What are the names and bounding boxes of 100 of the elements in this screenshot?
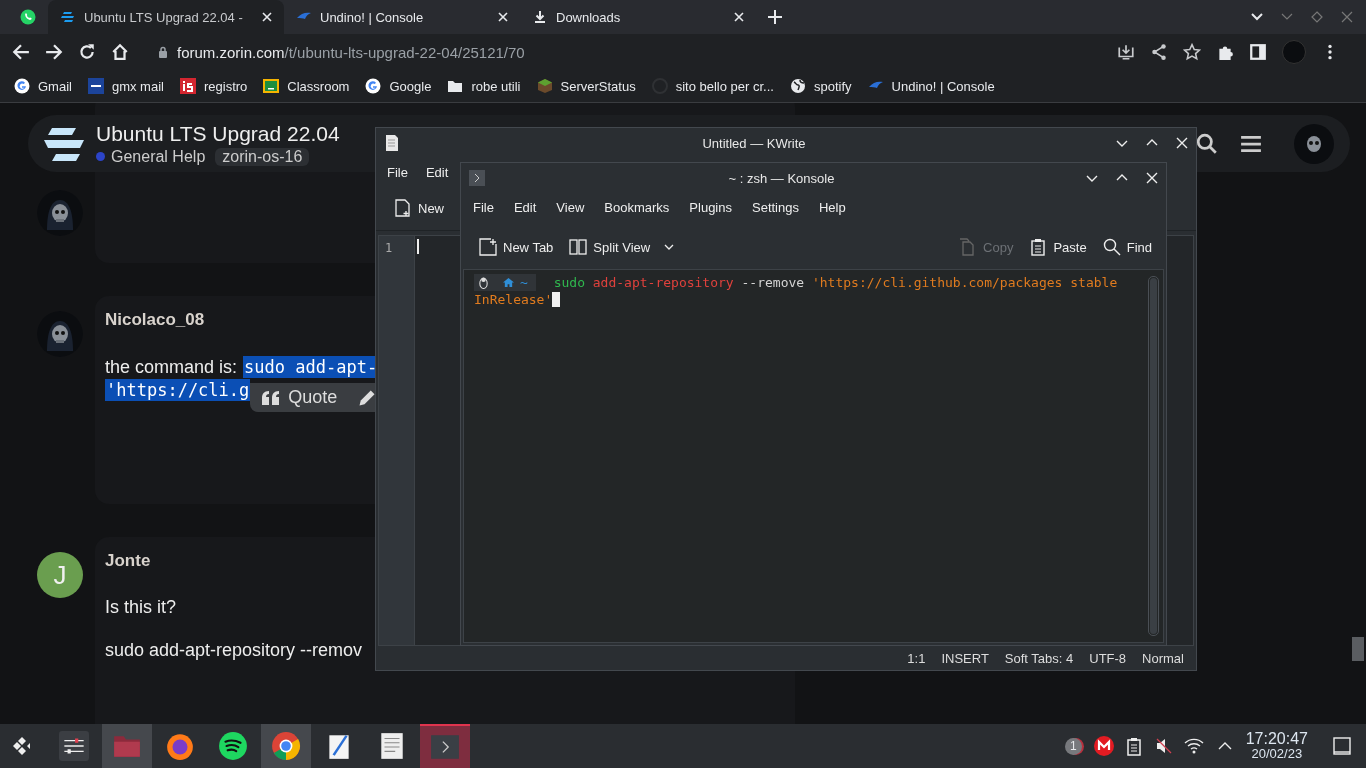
chevron-down-icon bbox=[664, 244, 675, 250]
document-icon bbox=[384, 135, 400, 151]
tab-title: Undino! | Console bbox=[320, 9, 425, 25]
skull-avatar[interactable] bbox=[37, 190, 83, 236]
post-author[interactable]: Jonte bbox=[105, 551, 151, 571]
notification-count[interactable]: 1 bbox=[1064, 737, 1082, 755]
menu-item[interactable]: Edit bbox=[416, 164, 458, 180]
new-tab-icon[interactable] bbox=[768, 10, 782, 24]
search-icon[interactable] bbox=[1196, 132, 1218, 155]
show-desktop-icon[interactable] bbox=[1332, 736, 1352, 756]
scrollbar-thumb[interactable] bbox=[1150, 278, 1157, 634]
quote-button[interactable]: Quote bbox=[262, 387, 338, 408]
bookmark-item[interactable]: robe utili bbox=[447, 78, 521, 94]
bookmark-item[interactable]: ServerStatus bbox=[536, 78, 636, 94]
install-icon[interactable] bbox=[1117, 43, 1135, 61]
sliders-icon bbox=[59, 731, 89, 761]
tab-search-icon[interactable] bbox=[1251, 11, 1263, 23]
paste-icon bbox=[1029, 238, 1048, 256]
clock[interactable]: 17:20:47 20/02/23 bbox=[1245, 731, 1308, 761]
home-icon bbox=[503, 277, 514, 288]
new-tab-button[interactable]: New Tab bbox=[471, 234, 562, 260]
status-item[interactable]: 1:1 bbox=[899, 650, 934, 666]
topic-tag[interactable]: zorin-os-16 bbox=[215, 147, 310, 166]
spotify-icon bbox=[218, 731, 248, 761]
skull-avatar[interactable] bbox=[1294, 123, 1334, 164]
taskbar-app[interactable] bbox=[261, 724, 311, 768]
post-text: sudo add-apt-repository --remov bbox=[105, 640, 364, 661]
chrome-icon bbox=[271, 731, 301, 761]
status-item[interactable]: INSERT bbox=[933, 650, 997, 666]
bookmark-label: Classroom bbox=[287, 78, 350, 94]
share-icon[interactable] bbox=[1150, 43, 1168, 61]
zorin-logo-icon[interactable] bbox=[44, 125, 84, 162]
terminal-icon bbox=[469, 170, 485, 186]
topic-title[interactable]: Ubuntu LTS Upgrad 22.04 bbox=[96, 121, 340, 146]
address-bar[interactable]: forum.zorin.com/t/ubuntu-lts-upgrad-22-04/25121/70 bbox=[158, 43, 525, 61]
line-number: 1 bbox=[385, 241, 393, 255]
chevron-up-icon[interactable] bbox=[1217, 742, 1232, 750]
globe-icon bbox=[789, 78, 806, 94]
whatsapp-icon bbox=[20, 9, 36, 25]
google-icon bbox=[14, 78, 30, 94]
menu-item[interactable]: Edit bbox=[503, 199, 547, 215]
back-icon[interactable] bbox=[12, 43, 30, 61]
home-icon[interactable] bbox=[111, 43, 129, 61]
browser-tab[interactable]: Ubuntu LTS Upgrad 22.04 - bbox=[48, 0, 284, 34]
grass-block-icon bbox=[536, 78, 553, 94]
bookmark-item[interactable]: gmx mail bbox=[87, 78, 164, 94]
search-icon bbox=[1102, 238, 1121, 256]
menu-item[interactable]: Bookmarks bbox=[594, 199, 680, 215]
status-item[interactable]: Soft Tabs: 4 bbox=[996, 650, 1082, 666]
post-author[interactable]: Nicolaco_08 bbox=[105, 310, 205, 330]
bookmark-item[interactable]: Google bbox=[365, 78, 432, 94]
firefox-icon bbox=[165, 731, 195, 761]
status-item[interactable]: Normal bbox=[1134, 650, 1192, 666]
menu-item[interactable]: Settings bbox=[742, 199, 809, 215]
bookmark-item[interactable]: Gmail bbox=[14, 78, 72, 94]
status-item[interactable]: UTF-8 bbox=[1081, 650, 1135, 666]
tab-title: Downloads bbox=[556, 9, 622, 25]
category-link[interactable]: General Help bbox=[96, 147, 206, 166]
menu-item[interactable]: View bbox=[546, 199, 595, 215]
split-view-icon bbox=[569, 238, 588, 256]
menu-item[interactable]: Plugins bbox=[679, 199, 742, 215]
bookmark-label: gmx mail bbox=[111, 78, 164, 94]
bookmark-star-icon[interactable] bbox=[1183, 43, 1201, 61]
gmx-icon bbox=[87, 78, 104, 94]
terminal-area[interactable]: ~ sudo add-apt-repository --remove 'https://cli.github.com/packages stable InRelease' bbox=[463, 269, 1164, 643]
download-icon bbox=[532, 9, 548, 25]
window-title: Untitled — KWrite bbox=[701, 135, 807, 151]
menu-item[interactable]: Help bbox=[808, 199, 856, 215]
split-button[interactable]: Split View bbox=[561, 234, 683, 260]
classroom-icon bbox=[263, 78, 280, 94]
skull-avatar[interactable] bbox=[37, 311, 83, 357]
terminal-icon bbox=[430, 732, 460, 762]
forward-icon[interactable] bbox=[45, 43, 63, 61]
browser-tab[interactable]: Undino! | Console bbox=[284, 0, 520, 34]
window-title: ~ : zsh — Konsole bbox=[727, 170, 836, 186]
wifi-icon[interactable] bbox=[1183, 736, 1204, 756]
paste-button[interactable]: Paste bbox=[1021, 234, 1095, 260]
is-logo-icon bbox=[179, 78, 196, 94]
bookmark-label: ServerStatus bbox=[560, 78, 636, 94]
prompt-segment: ~ bbox=[474, 274, 536, 291]
app-launcher-icon[interactable] bbox=[11, 735, 33, 757]
bookmark-label: registro bbox=[203, 78, 248, 94]
side-panel-icon[interactable] bbox=[1249, 43, 1267, 61]
scrollbar-thumb[interactable] bbox=[1352, 637, 1364, 661]
menu-item[interactable]: File bbox=[378, 164, 417, 180]
new-button[interactable]: New bbox=[386, 195, 452, 221]
bookmark-item[interactable]: Classroom bbox=[263, 78, 350, 94]
bookmark-item[interactable]: registro bbox=[179, 78, 248, 94]
bookmark-item[interactable]: Undino! | Console bbox=[867, 78, 995, 94]
lock-icon bbox=[158, 46, 168, 58]
browser-tab[interactable]: Downloads bbox=[520, 0, 756, 34]
menu-item[interactable]: File bbox=[463, 199, 504, 215]
bookmark-item[interactable]: spotify bbox=[789, 78, 852, 94]
bookmark-label: sito bello per cr... bbox=[675, 78, 774, 94]
bookmark-item[interactable]: sito bello per cr... bbox=[651, 78, 774, 94]
find-button[interactable]: Find bbox=[1094, 234, 1160, 260]
reload-icon[interactable] bbox=[78, 43, 96, 61]
penguin-icon bbox=[478, 276, 489, 289]
tab-title: Ubuntu LTS Upgrad 22.04 - bbox=[84, 9, 244, 25]
mega-icon[interactable] bbox=[1093, 736, 1114, 756]
